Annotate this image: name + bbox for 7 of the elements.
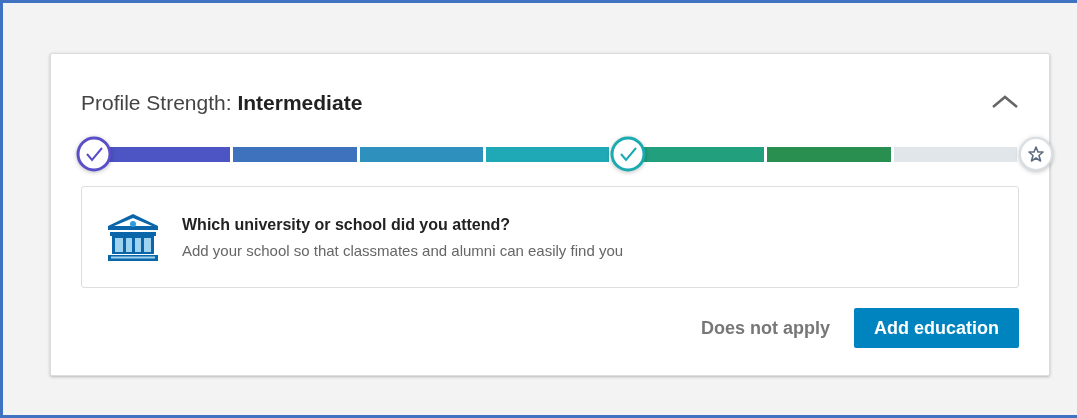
hint-text: Add your school so that classmates and alumni can easily find you	[182, 241, 624, 259]
school-building-icon	[106, 212, 160, 262]
add-button[interactable]: Add education	[854, 308, 1019, 348]
question-text: Which university or school did you attend?	[182, 215, 512, 234]
profile-strength-title: Profile Strength: Intermediate	[81, 91, 363, 115]
collapse-chevron-icon[interactable]	[991, 94, 1019, 109]
dismiss-button[interactable]: Does not apply	[701, 317, 830, 339]
